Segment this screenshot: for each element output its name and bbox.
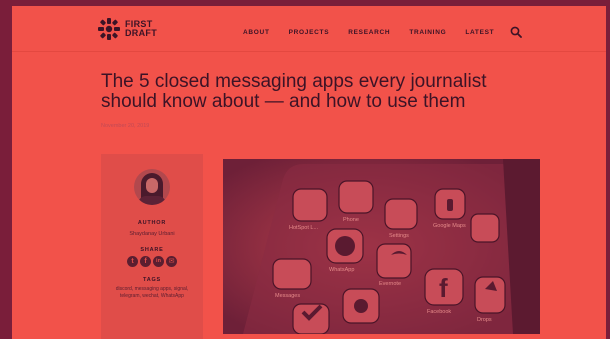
nav-projects[interactable]: PROJECTS <box>289 29 330 36</box>
share-icons: t f in ✉ <box>101 256 203 267</box>
app-label-messages: Messages <box>275 293 300 299</box>
article-date: November 20, 2019 <box>101 123 150 129</box>
nav-research[interactable]: RESEARCH <box>348 29 390 36</box>
app-label-hotspot: HotSpot L... <box>289 225 319 231</box>
nav-training[interactable]: TRAINING <box>409 29 446 36</box>
facebook-icon[interactable]: f <box>140 256 151 267</box>
app-label-facebook: Facebook <box>427 309 451 315</box>
logo-text: FIRST DRAFT <box>125 20 157 38</box>
app-label-drops: Drops <box>477 317 492 323</box>
header-divider <box>12 51 606 52</box>
main-nav: ABOUT PROJECTS RESEARCH TRAINING LATEST <box>243 26 523 38</box>
share-label: SHARE <box>140 247 164 253</box>
tags-list[interactable]: discord, messaging apps, signal, telegra… <box>112 286 192 300</box>
logo-mark-icon <box>98 18 120 40</box>
first-draft-logo[interactable]: FIRST DRAFT <box>98 18 157 40</box>
nav-latest[interactable]: LATEST <box>465 29 494 36</box>
page-frame: FIRST DRAFT ABOUT PROJECTS RESEARCH TRAI… <box>12 6 606 339</box>
image-caption <box>238 334 538 339</box>
hero-image: f HotSpot L... Phone Settings Google Map… <box>223 159 540 334</box>
phone-apps-illustration: f HotSpot L... Phone Settings Google Map… <box>223 159 540 334</box>
linkedin-icon[interactable]: in <box>153 256 164 267</box>
author-name[interactable]: Shaydanay Urbani <box>101 231 203 237</box>
twitter-icon[interactable]: t <box>127 256 138 267</box>
app-label-evernote: Evernote <box>379 281 401 287</box>
app-label-google-maps: Google Maps <box>433 223 466 229</box>
tags-label: TAGS <box>142 277 162 283</box>
author-avatar[interactable] <box>134 169 170 205</box>
author-sidebar: AUTHOR Shaydanay Urbani SHARE t f in ✉ T… <box>101 154 203 339</box>
app-label-phone: Phone <box>343 217 359 223</box>
search-icon[interactable] <box>510 26 523 38</box>
email-icon[interactable]: ✉ <box>166 256 177 267</box>
app-label-whatsapp: WhatsApp <box>329 267 354 273</box>
logo-line-2: DRAFT <box>125 28 157 38</box>
article-title: The 5 closed messaging apps every journa… <box>101 71 487 112</box>
app-label-settings: Settings <box>389 233 409 239</box>
author-label: AUTHOR <box>137 220 167 226</box>
nav-about[interactable]: ABOUT <box>243 29 270 36</box>
svg-text:f: f <box>439 273 448 303</box>
